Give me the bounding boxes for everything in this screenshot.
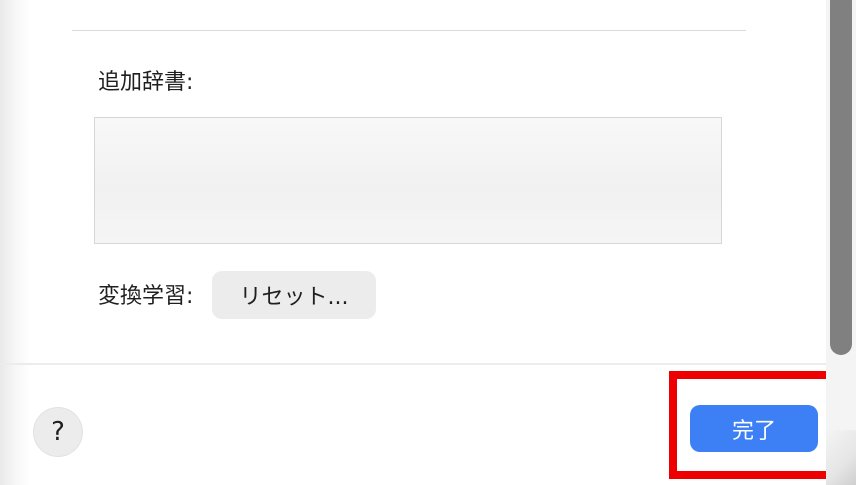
footer-divider — [0, 363, 856, 365]
reset-button[interactable]: リセット... — [212, 271, 376, 319]
help-button[interactable]: ? — [34, 408, 82, 456]
scrollbar-thumb[interactable] — [830, 0, 852, 355]
additional-dictionary-label: 追加辞書: — [98, 70, 194, 95]
window-corner-shadow — [826, 430, 856, 485]
conversion-learning-label: 変換学習: — [98, 284, 194, 309]
settings-sheet: 追加辞書: 変換学習: リセット... ? 完了 — [0, 0, 856, 485]
left-edge-shade — [0, 0, 30, 485]
help-icon: ? — [51, 417, 65, 447]
additional-dictionary-list[interactable] — [94, 117, 722, 244]
done-button[interactable]: 完了 — [690, 405, 818, 452]
section-divider — [72, 30, 746, 31]
